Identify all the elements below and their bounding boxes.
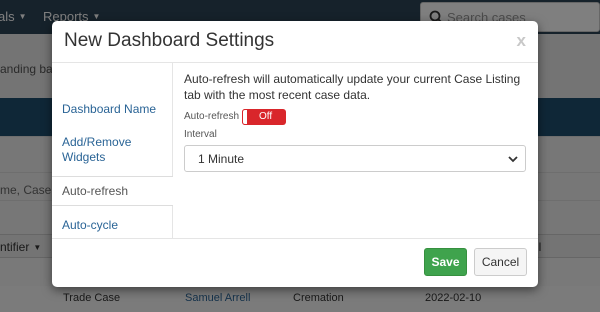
save-button[interactable]: Save bbox=[424, 248, 467, 276]
interval-label: Interval bbox=[184, 129, 217, 140]
auto-refresh-toggle[interactable]: Off bbox=[242, 109, 286, 125]
toggle-knob bbox=[242, 109, 248, 125]
side-nav-item-add-remove-widgets[interactable]: Add/Remove Widgets bbox=[52, 135, 152, 165]
settings-content: Auto-refresh will automatically update y… bbox=[184, 71, 529, 172]
settings-modal: New Dashboard Settings x Dashboard Name … bbox=[52, 21, 538, 287]
auto-refresh-description: Auto-refresh will automatically update y… bbox=[184, 72, 521, 102]
chevron-down-icon bbox=[508, 156, 518, 163]
auto-refresh-label: Auto-refresh bbox=[184, 111, 240, 122]
cancel-button[interactable]: Cancel bbox=[474, 248, 527, 276]
side-nav-item-auto-refresh[interactable]: Auto-refresh bbox=[52, 176, 173, 206]
side-nav-item-auto-cycle[interactable]: Auto-cycle bbox=[52, 218, 173, 233]
modal-header: New Dashboard Settings x bbox=[52, 21, 538, 63]
close-icon[interactable]: x bbox=[517, 31, 526, 51]
interval-select[interactable]: 1 Minute bbox=[184, 145, 526, 172]
modal-title: New Dashboard Settings bbox=[64, 30, 275, 51]
side-nav-item-dashboard-name[interactable]: Dashboard Name bbox=[52, 102, 173, 117]
modal-footer: Save Cancel bbox=[52, 238, 538, 287]
interval-selected-value: 1 Minute bbox=[198, 152, 245, 166]
toggle-state-text: Off bbox=[259, 111, 273, 122]
settings-side-nav: Dashboard Name Add/Remove Widgets Auto-r… bbox=[52, 63, 173, 238]
